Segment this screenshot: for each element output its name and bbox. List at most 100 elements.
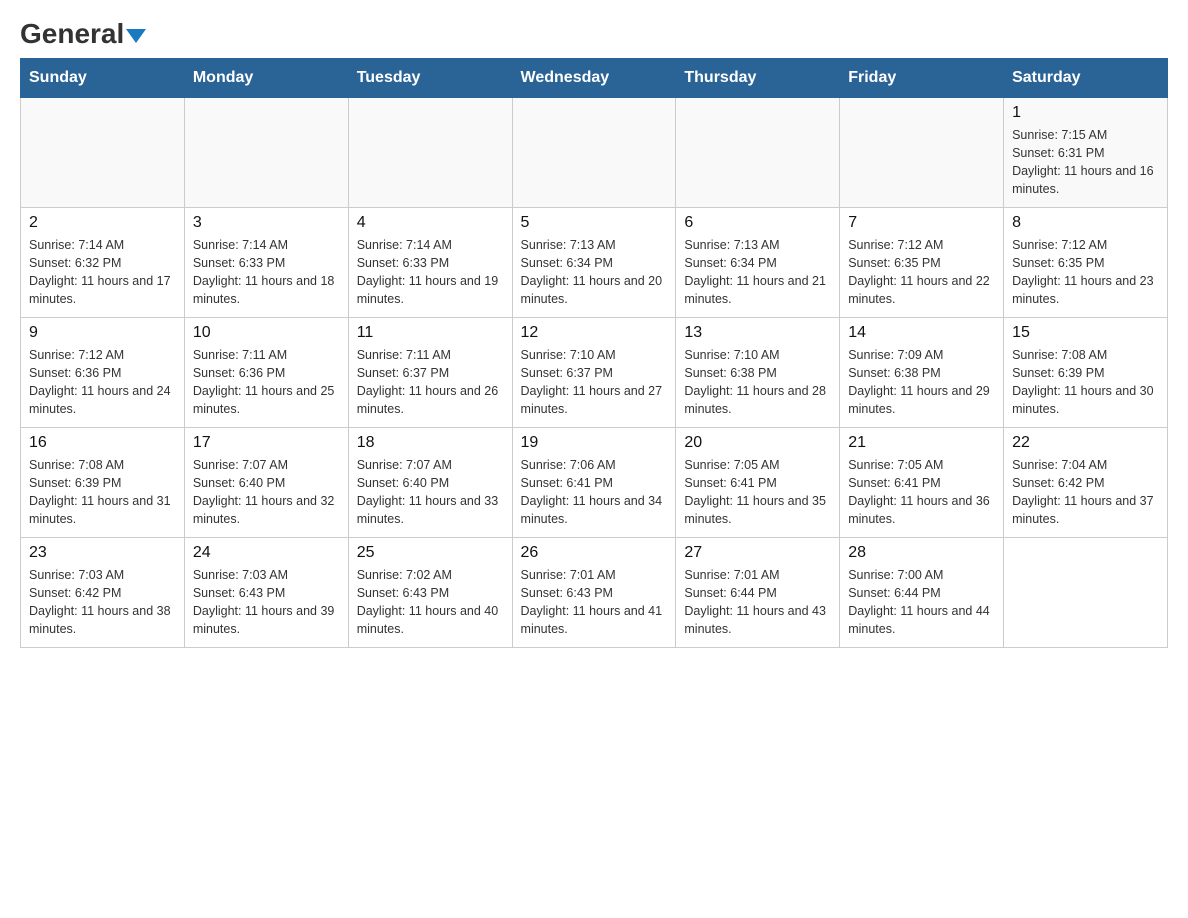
day-info: Sunrise: 7:11 AMSunset: 6:37 PMDaylight:… — [357, 346, 504, 419]
day-number: 28 — [848, 544, 995, 562]
day-info: Sunrise: 7:10 AMSunset: 6:38 PMDaylight:… — [684, 346, 831, 419]
calendar-cell: 19 Sunrise: 7:06 AMSunset: 6:41 PMDayligh… — [512, 428, 676, 538]
day-info: Sunrise: 7:14 AMSunset: 6:33 PMDaylight:… — [193, 236, 340, 309]
day-info: Sunrise: 7:07 AMSunset: 6:40 PMDaylight:… — [193, 456, 340, 529]
day-number: 18 — [357, 434, 504, 452]
calendar-cell: 8 Sunrise: 7:12 AMSunset: 6:35 PMDaylight… — [1004, 208, 1168, 318]
day-number: 16 — [29, 434, 176, 452]
day-info: Sunrise: 7:07 AMSunset: 6:40 PMDaylight:… — [357, 456, 504, 529]
day-number: 12 — [521, 324, 668, 342]
week-row-4: 16 Sunrise: 7:08 AMSunset: 6:39 PMDayligh… — [21, 428, 1168, 538]
calendar-cell: 24 Sunrise: 7:03 AMSunset: 6:43 PMDayligh… — [184, 538, 348, 648]
day-info: Sunrise: 7:03 AMSunset: 6:42 PMDaylight:… — [29, 566, 176, 639]
day-number: 14 — [848, 324, 995, 342]
calendar-cell — [21, 98, 185, 208]
day-info: Sunrise: 7:13 AMSunset: 6:34 PMDaylight:… — [684, 236, 831, 309]
calendar-cell: 23 Sunrise: 7:03 AMSunset: 6:42 PMDayligh… — [21, 538, 185, 648]
day-info: Sunrise: 7:12 AMSunset: 6:36 PMDaylight:… — [29, 346, 176, 419]
calendar-cell: 7Sunrise: 7:12 AMSunset: 6:35 PMDaylight… — [840, 208, 1004, 318]
calendar-cell: 21 Sunrise: 7:05 AMSunset: 6:41 PMDayligh… — [840, 428, 1004, 538]
calendar-cell: 26 Sunrise: 7:01 AMSunset: 6:43 PMDayligh… — [512, 538, 676, 648]
logo: General — [20, 20, 146, 48]
day-number: 21 — [848, 434, 995, 452]
calendar-cell: 20 Sunrise: 7:05 AMSunset: 6:41 PMDayligh… — [676, 428, 840, 538]
day-info: Sunrise: 7:09 AMSunset: 6:38 PMDaylight:… — [848, 346, 995, 419]
week-row-1: 1 Sunrise: 7:15 AMSunset: 6:31 PMDaylight… — [21, 98, 1168, 208]
calendar-cell — [512, 98, 676, 208]
day-number: 20 — [684, 434, 831, 452]
day-number: 4 — [357, 214, 504, 232]
day-number: 27 — [684, 544, 831, 562]
weekday-header-saturday: Saturday — [1004, 59, 1168, 98]
day-number: 13 — [684, 324, 831, 342]
calendar-cell: 18 Sunrise: 7:07 AMSunset: 6:40 PMDayligh… — [348, 428, 512, 538]
day-info: Sunrise: 7:13 AMSunset: 6:34 PMDaylight:… — [521, 236, 668, 309]
day-info: Sunrise: 7:01 AMSunset: 6:44 PMDaylight:… — [684, 566, 831, 639]
day-number: 5 — [521, 214, 668, 232]
day-info: Sunrise: 7:03 AMSunset: 6:43 PMDaylight:… — [193, 566, 340, 639]
calendar-cell: 5 Sunrise: 7:13 AMSunset: 6:34 PMDaylight… — [512, 208, 676, 318]
day-number: 23 — [29, 544, 176, 562]
day-number: 2 — [29, 214, 176, 232]
day-info: Sunrise: 7:12 AMSunset: 6:35 PMDaylight:… — [848, 236, 995, 309]
day-info: Sunrise: 7:00 AMSunset: 6:44 PMDaylight:… — [848, 566, 995, 639]
day-number: 24 — [193, 544, 340, 562]
day-info: Sunrise: 7:08 AMSunset: 6:39 PMDaylight:… — [1012, 346, 1159, 419]
calendar-cell: 1 Sunrise: 7:15 AMSunset: 6:31 PMDaylight… — [1004, 98, 1168, 208]
day-number: 10 — [193, 324, 340, 342]
day-number: 3 — [193, 214, 340, 232]
day-info: Sunrise: 7:05 AMSunset: 6:41 PMDaylight:… — [848, 456, 995, 529]
logo-text-line1: General — [20, 20, 146, 48]
calendar-table: SundayMondayTuesdayWednesdayThursdayFrid… — [20, 58, 1168, 648]
calendar-cell: 4 Sunrise: 7:14 AMSunset: 6:33 PMDaylight… — [348, 208, 512, 318]
calendar-cell: 12 Sunrise: 7:10 AMSunset: 6:37 PMDayligh… — [512, 318, 676, 428]
day-number: 1 — [1012, 104, 1159, 122]
day-info: Sunrise: 7:14 AMSunset: 6:32 PMDaylight:… — [29, 236, 176, 309]
page-header: General — [20, 20, 1168, 48]
day-number: 19 — [521, 434, 668, 452]
day-info: Sunrise: 7:12 AMSunset: 6:35 PMDaylight:… — [1012, 236, 1159, 309]
calendar-cell: 15 Sunrise: 7:08 AMSunset: 6:39 PMDayligh… — [1004, 318, 1168, 428]
day-info: Sunrise: 7:08 AMSunset: 6:39 PMDaylight:… — [29, 456, 176, 529]
day-number: 17 — [193, 434, 340, 452]
calendar-cell — [348, 98, 512, 208]
calendar-header-row: SundayMondayTuesdayWednesdayThursdayFrid… — [21, 59, 1168, 98]
weekday-header-tuesday: Tuesday — [348, 59, 512, 98]
calendar-cell: 10Sunrise: 7:11 AMSunset: 6:36 PMDayligh… — [184, 318, 348, 428]
week-row-5: 23 Sunrise: 7:03 AMSunset: 6:42 PMDayligh… — [21, 538, 1168, 648]
day-info: Sunrise: 7:05 AMSunset: 6:41 PMDaylight:… — [684, 456, 831, 529]
weekday-header-thursday: Thursday — [676, 59, 840, 98]
calendar-cell: 25Sunrise: 7:02 AMSunset: 6:43 PMDayligh… — [348, 538, 512, 648]
weekday-header-monday: Monday — [184, 59, 348, 98]
calendar-cell: 2 Sunrise: 7:14 AMSunset: 6:32 PMDaylight… — [21, 208, 185, 318]
calendar-cell: 22 Sunrise: 7:04 AMSunset: 6:42 PMDayligh… — [1004, 428, 1168, 538]
calendar-cell: 6 Sunrise: 7:13 AMSunset: 6:34 PMDaylight… — [676, 208, 840, 318]
day-info: Sunrise: 7:01 AMSunset: 6:43 PMDaylight:… — [521, 566, 668, 639]
day-number: 22 — [1012, 434, 1159, 452]
day-number: 26 — [521, 544, 668, 562]
day-number: 25 — [357, 544, 504, 562]
calendar-cell: 16 Sunrise: 7:08 AMSunset: 6:39 PMDayligh… — [21, 428, 185, 538]
calendar-cell: 11Sunrise: 7:11 AMSunset: 6:37 PMDayligh… — [348, 318, 512, 428]
day-info: Sunrise: 7:06 AMSunset: 6:41 PMDaylight:… — [521, 456, 668, 529]
day-number: 8 — [1012, 214, 1159, 232]
day-info: Sunrise: 7:15 AMSunset: 6:31 PMDaylight:… — [1012, 126, 1159, 199]
calendar-cell: 17 Sunrise: 7:07 AMSunset: 6:40 PMDayligh… — [184, 428, 348, 538]
calendar-cell — [1004, 538, 1168, 648]
calendar-cell: 13 Sunrise: 7:10 AMSunset: 6:38 PMDayligh… — [676, 318, 840, 428]
calendar-cell — [184, 98, 348, 208]
calendar-cell: 28 Sunrise: 7:00 AMSunset: 6:44 PMDayligh… — [840, 538, 1004, 648]
calendar-cell — [840, 98, 1004, 208]
day-info: Sunrise: 7:04 AMSunset: 6:42 PMDaylight:… — [1012, 456, 1159, 529]
weekday-header-sunday: Sunday — [21, 59, 185, 98]
day-number: 9 — [29, 324, 176, 342]
day-number: 15 — [1012, 324, 1159, 342]
day-number: 6 — [684, 214, 831, 232]
day-info: Sunrise: 7:10 AMSunset: 6:37 PMDaylight:… — [521, 346, 668, 419]
weekday-header-wednesday: Wednesday — [512, 59, 676, 98]
calendar-cell — [676, 98, 840, 208]
week-row-2: 2 Sunrise: 7:14 AMSunset: 6:32 PMDaylight… — [21, 208, 1168, 318]
day-info: Sunrise: 7:14 AMSunset: 6:33 PMDaylight:… — [357, 236, 504, 309]
calendar-cell: 14 Sunrise: 7:09 AMSunset: 6:38 PMDayligh… — [840, 318, 1004, 428]
calendar-cell: 9 Sunrise: 7:12 AMSunset: 6:36 PMDaylight… — [21, 318, 185, 428]
